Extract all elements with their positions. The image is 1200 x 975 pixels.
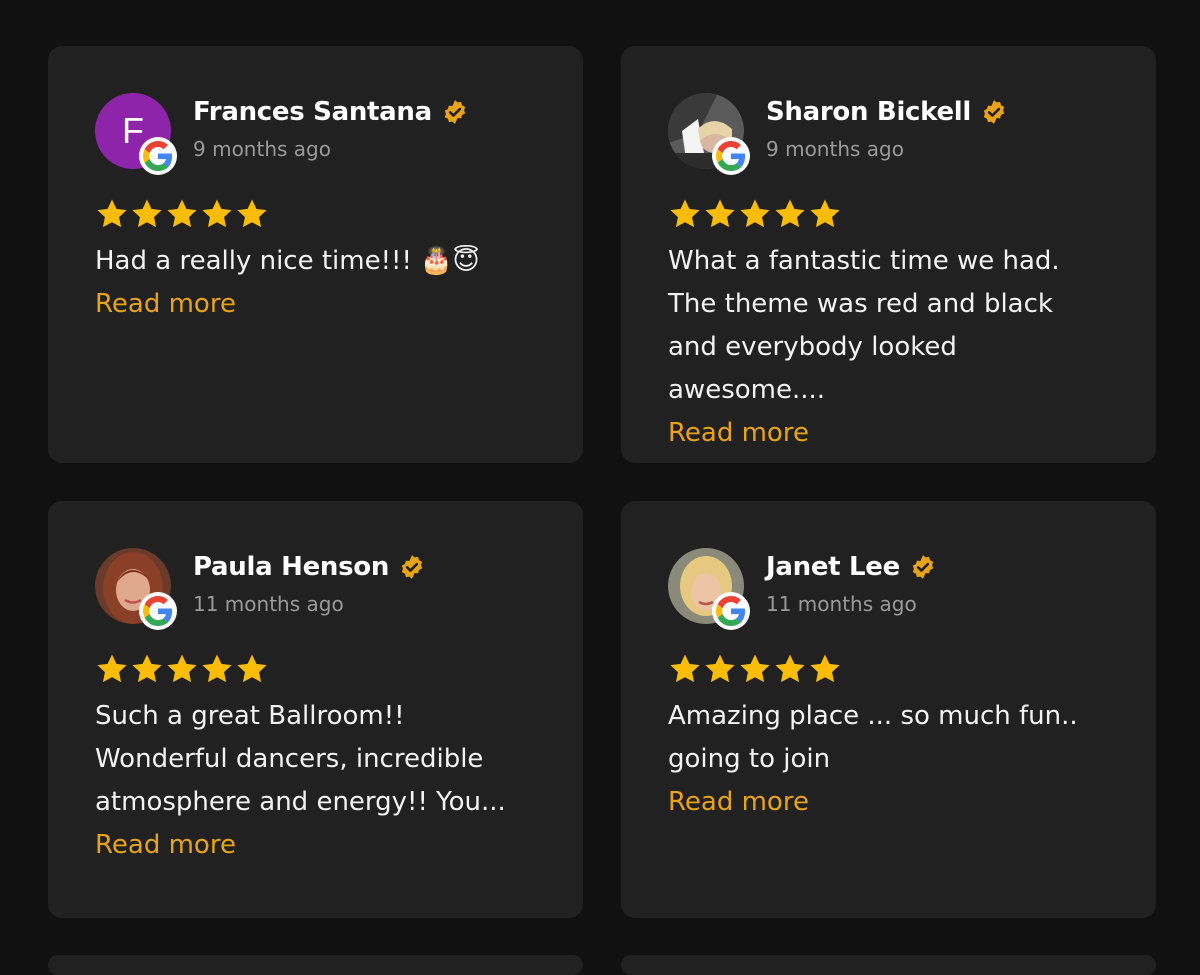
star-icon [132,654,162,683]
reviewer-name[interactable]: Frances Santana [193,97,432,127]
reviews-grid: F Frances Santana 9 months ago Had a rea… [48,46,1156,918]
star-icon [740,199,770,228]
review-card: Paula Henson 11 months ago Such a great … [48,501,583,918]
star-icon [97,654,127,683]
review-card-peek [48,955,583,975]
review-meta: Frances Santana 9 months ago [193,93,468,161]
reviewer-name[interactable]: Janet Lee [766,552,900,582]
star-icon [202,654,232,683]
reviewer-avatar[interactable]: F [95,93,177,175]
star-icon [705,654,735,683]
star-icon [237,199,267,228]
review-header: F Frances Santana 9 months ago [95,93,537,175]
reviewer-name[interactable]: Sharon Bickell [766,97,971,127]
star-icon [167,654,197,683]
star-icon [775,654,805,683]
review-text: What a fantastic time we had. The theme … [668,246,1060,405]
read-more-link[interactable]: Read more [95,824,537,867]
star-icon [810,654,840,683]
reviewer-avatar[interactable] [668,548,750,630]
star-rating [95,652,537,686]
review-text: Such a great Ballroom!! Wonderful dancer… [95,701,506,817]
star-rating [668,652,1110,686]
review-time: 9 months ago [766,137,904,161]
verified-badge-icon [910,554,936,580]
reviewer-name[interactable]: Paula Henson [193,552,389,582]
star-icon [202,199,232,228]
star-icon [775,199,805,228]
star-icon [810,199,840,228]
google-icon [139,137,177,175]
star-icon [237,654,267,683]
review-meta: Paula Henson 11 months ago [193,548,425,616]
google-icon [139,592,177,630]
name-row: Sharon Bickell [766,97,1007,127]
star-icon [167,199,197,228]
review-time: 9 months ago [193,137,331,161]
star-icon [705,199,735,228]
verified-badge-icon [399,554,425,580]
star-icon [132,199,162,228]
name-row: Frances Santana [193,97,468,127]
review-time: 11 months ago [193,592,344,616]
read-more-link[interactable]: Read more [95,283,537,326]
review-meta: Janet Lee 11 months ago [766,548,936,616]
name-row: Janet Lee [766,552,936,582]
read-more-link[interactable]: Read more [668,781,1110,824]
review-card: F Frances Santana 9 months ago Had a rea… [48,46,583,463]
review-meta: Sharon Bickell 9 months ago [766,93,1007,161]
name-row: Paula Henson [193,552,425,582]
review-header: Sharon Bickell 9 months ago [668,93,1110,175]
review-card-peek [621,955,1156,975]
google-icon [712,592,750,630]
verified-badge-icon [442,99,468,125]
review-header: Paula Henson 11 months ago [95,548,537,630]
review-card: Janet Lee 11 months ago Amazing place ..… [621,501,1156,918]
review-time: 11 months ago [766,592,917,616]
reviewer-avatar[interactable] [668,93,750,175]
review-card: Sharon Bickell 9 months ago What a fanta… [621,46,1156,463]
reviewer-avatar[interactable] [95,548,177,630]
verified-badge-icon [981,99,1007,125]
review-text: Had a really nice time!!! 🎂😇 [95,246,480,276]
review-header: Janet Lee 11 months ago [668,548,1110,630]
star-rating [95,197,537,231]
star-rating [668,197,1110,231]
google-icon [712,137,750,175]
read-more-link[interactable]: Read more [668,412,1110,455]
review-text: Amazing place ... so much fun.. going to… [668,701,1078,774]
star-icon [670,199,700,228]
star-icon [97,199,127,228]
star-icon [740,654,770,683]
star-icon [670,654,700,683]
